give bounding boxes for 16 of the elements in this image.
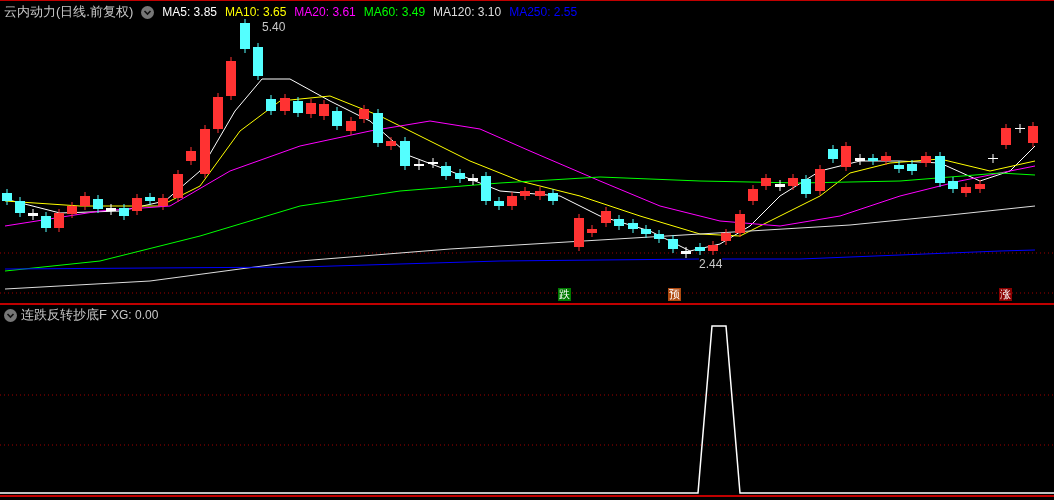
stock-title: 云内动力(日线.前复权) — [4, 3, 134, 22]
price-label: 2.44 — [699, 258, 723, 271]
chevron-down-icon[interactable] — [4, 308, 17, 322]
indicator-value: MA60: 3.49 — [363, 4, 426, 21]
indicator-title: 连跌反转抄底F — [21, 306, 107, 325]
indicator-value: MA10: 3.65 — [225, 4, 287, 21]
signal-marker: 涨 — [999, 288, 1012, 301]
indicator-value: MA250: 2.55 — [509, 4, 578, 21]
indicator-value: MA5: 3.85 — [162, 4, 217, 21]
price-label: 5.40 — [262, 21, 286, 34]
indicator-value: XG: 0.00 — [110, 307, 159, 324]
indicator-value: MA120: 3.10 — [433, 4, 502, 21]
chevron-down-icon[interactable] — [141, 5, 155, 19]
signal-marker: 预 — [668, 288, 681, 301]
indicator-value: MA20: 3.61 — [294, 4, 356, 21]
signal-marker: 跌 — [558, 288, 571, 301]
